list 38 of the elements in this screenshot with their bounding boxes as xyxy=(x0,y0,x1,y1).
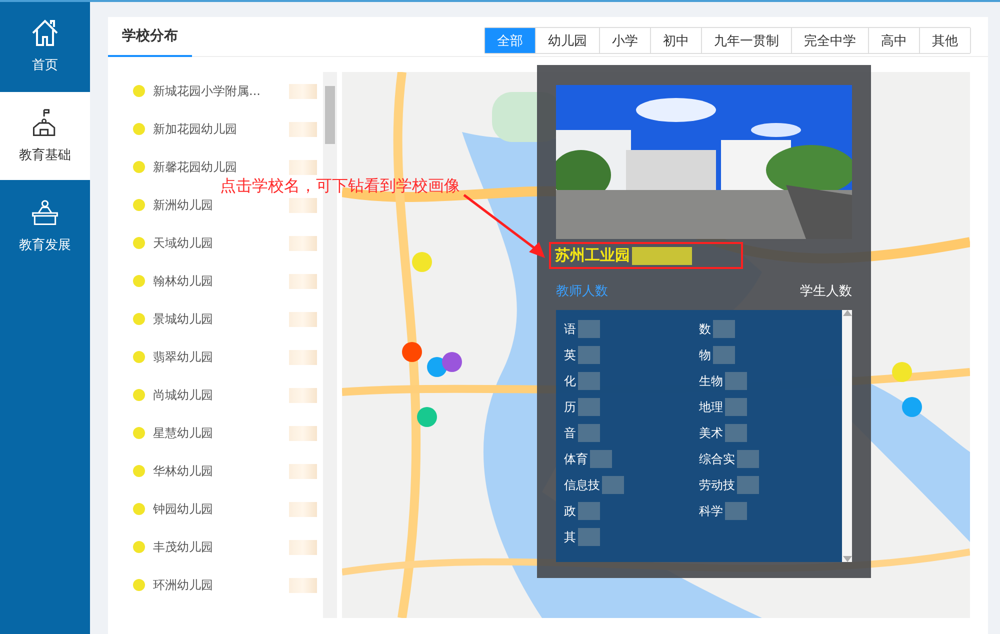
sidebar-item[interactable]: 首页 xyxy=(0,2,90,90)
school-name[interactable]: 钟园幼儿园 xyxy=(153,500,281,518)
school-name[interactable]: 尚城幼儿园 xyxy=(153,386,281,404)
sidebar-item[interactable]: 教育发展 xyxy=(0,182,90,270)
sidebar-label: 教育发展 xyxy=(19,236,71,254)
school-name[interactable]: 翰林幼儿园 xyxy=(153,272,281,290)
redacted-block xyxy=(289,540,317,554)
sidebar-label: 教育基础 xyxy=(19,146,71,164)
school-name[interactable]: 新洲幼儿园 xyxy=(153,196,281,214)
redacted-block xyxy=(289,198,317,212)
home-icon xyxy=(30,18,60,48)
school-name[interactable]: 华林幼儿园 xyxy=(153,462,281,480)
redacted-block xyxy=(289,274,317,288)
school-name[interactable]: 新城花园小学附属... xyxy=(153,82,281,100)
redacted-block xyxy=(289,350,317,364)
redacted-block xyxy=(289,578,317,592)
school-name[interactable]: 景城幼儿园 xyxy=(153,310,281,328)
redacted-block xyxy=(289,502,317,516)
school-name[interactable]: 天域幼儿园 xyxy=(153,234,281,252)
redacted-block xyxy=(289,464,317,478)
redacted-block xyxy=(289,122,317,136)
filter-tab[interactable]: 其他 xyxy=(919,28,970,53)
school-name[interactable]: 新加花园幼儿园 xyxy=(153,120,281,138)
redacted-block xyxy=(289,388,317,402)
redacted-block xyxy=(289,236,317,250)
podium-icon xyxy=(30,198,60,228)
redacted-block xyxy=(289,84,317,98)
sidebar-item[interactable]: 教育基础 xyxy=(0,92,90,180)
panel-tab[interactable]: 学校分布 xyxy=(108,27,192,57)
redacted-block xyxy=(289,426,317,440)
school-name[interactable]: 丰茂幼儿园 xyxy=(153,538,281,556)
redacted-block xyxy=(289,160,317,174)
redacted-block xyxy=(289,312,317,326)
sidebar-label: 首页 xyxy=(32,57,58,74)
school-name[interactable]: 环洲幼儿园 xyxy=(153,576,281,594)
school-name[interactable]: 新馨花园幼儿园 xyxy=(153,158,281,176)
school-name[interactable]: 翡翠幼儿园 xyxy=(153,348,281,366)
school-name[interactable]: 星慧幼儿园 xyxy=(153,424,281,442)
